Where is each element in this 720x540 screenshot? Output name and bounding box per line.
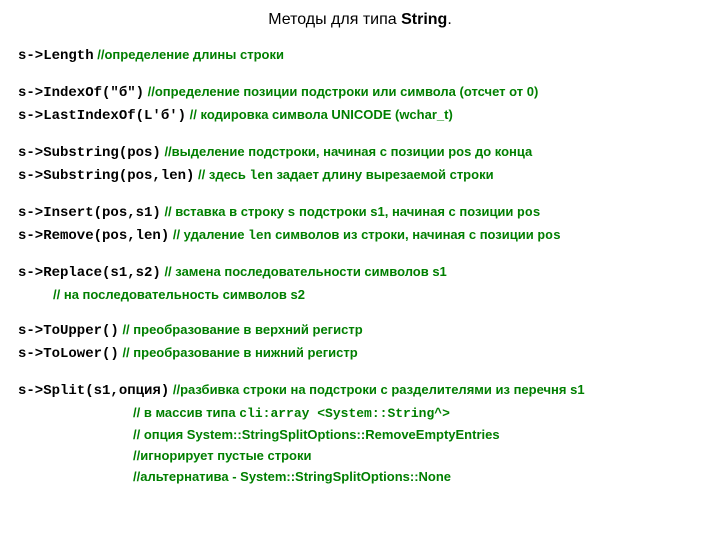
c-ins-mid: подстроки s1, начиная с позиции xyxy=(295,204,517,219)
title-bold: String xyxy=(401,11,447,28)
line-split2: // в массив типа cli:array <System::Stri… xyxy=(18,402,702,424)
comment-split4: //игнорирует пустые строки xyxy=(133,448,312,463)
comment-split5: //альтернатива - System::StringSplitOpti… xyxy=(133,469,451,484)
c-spl2-pre: // в массив типа xyxy=(133,405,239,420)
line-remove: s->Remove(pos,len) // удаление len симво… xyxy=(18,224,702,247)
code-length: s->Length xyxy=(18,48,94,64)
document-page: Методы для типа String. s->Length //опре… xyxy=(0,0,720,487)
comment-lastindexof: // кодировка символа UNICODE (wchar_t) xyxy=(186,107,453,122)
line-split4: //игнорирует пустые строки xyxy=(18,445,702,466)
group-substring: s->Substring(pos) //выделение подстроки,… xyxy=(18,141,702,187)
c-spl2-mono: cli:array <System::String^> xyxy=(239,406,450,421)
code-replace: s->Replace(s1,s2) xyxy=(18,265,161,281)
line-split: s->Split(s1,опция) //разбивка строки на … xyxy=(18,379,702,402)
comment-replace2: // на последовательность символов s2 xyxy=(53,287,305,302)
c-rem-mid: символов из строки, начиная с позиции xyxy=(271,227,537,242)
comment-tolower: // преобразование в нижний регистр xyxy=(119,345,358,360)
comment-insert: // вставка в строку s подстроки s1, начи… xyxy=(161,204,541,219)
line-substring2: s->Substring(pos,len) // здесь len задае… xyxy=(18,164,702,187)
line-lastindexof: s->LastIndexOf(L'б') // кодировка символ… xyxy=(18,104,702,127)
c-ins-pre: // вставка в строку xyxy=(161,204,288,219)
comment-split1: //разбивка строки на подстроки с раздели… xyxy=(169,382,584,397)
group-replace: s->Replace(s1,s2) // замена последовател… xyxy=(18,261,702,305)
comment-split2: // в массив типа cli:array <System::Stri… xyxy=(133,405,450,420)
group-split: s->Split(s1,опция) //разбивка строки на … xyxy=(18,379,702,487)
code-tolower: s->ToLower() xyxy=(18,346,119,362)
line-split3: // опция System::StringSplitOptions::Rem… xyxy=(18,424,702,445)
line-tolower: s->ToLower() // преобразование в нижний … xyxy=(18,342,702,365)
c-rem-m2: pos xyxy=(537,228,560,243)
line-replace2: // на последовательность символов s2 xyxy=(18,284,702,305)
group-insert-remove: s->Insert(pos,s1) // вставка в строку s … xyxy=(18,201,702,247)
comment-length: //определение длины строки xyxy=(94,47,284,62)
c-ins-m2: pos xyxy=(517,205,540,220)
comment-substring1: //выделение подстроки, начиная с позиции… xyxy=(161,144,532,159)
page-title: Методы для типа String. xyxy=(18,8,702,32)
comment-replace1: // замена последовательности символов s1 xyxy=(161,264,447,279)
title-prefix: Методы для типа xyxy=(268,11,401,28)
line-indexof: s->IndexOf("б") //определение позиции по… xyxy=(18,81,702,104)
c-rem-pre: // удаление xyxy=(169,227,248,242)
group-indexof: s->IndexOf("б") //определение позиции по… xyxy=(18,81,702,127)
group-length: s->Length //определение длины строки xyxy=(18,44,702,67)
line-replace: s->Replace(s1,s2) // замена последовател… xyxy=(18,261,702,284)
line-split5: //альтернатива - System::StringSplitOpti… xyxy=(18,466,702,487)
line-substring1: s->Substring(pos) //выделение подстроки,… xyxy=(18,141,702,164)
code-substring1: s->Substring(pos) xyxy=(18,145,161,161)
c-sub2-mono: len xyxy=(250,168,273,183)
comment-indexof: //определение позиции подстроки или симв… xyxy=(144,84,538,99)
comment-substring2: // здесь len задает длину вырезаемой стр… xyxy=(194,167,493,182)
code-indexof: s->IndexOf("б") xyxy=(18,85,144,101)
c-sub2-post: задает длину вырезаемой строки xyxy=(273,167,494,182)
code-toupper: s->ToUpper() xyxy=(18,323,119,339)
code-split: s->Split(s1,опция) xyxy=(18,383,169,399)
line-length: s->Length //определение длины строки xyxy=(18,44,702,67)
code-insert: s->Insert(pos,s1) xyxy=(18,205,161,221)
title-suffix: . xyxy=(447,11,451,28)
code-substring2: s->Substring(pos,len) xyxy=(18,168,194,184)
comment-split3: // опция System::StringSplitOptions::Rem… xyxy=(133,427,500,442)
c-sub2-pre: // здесь xyxy=(194,167,249,182)
group-case: s->ToUpper() // преобразование в верхний… xyxy=(18,319,702,365)
c-rem-m1: len xyxy=(248,228,271,243)
line-toupper: s->ToUpper() // преобразование в верхний… xyxy=(18,319,702,342)
line-insert: s->Insert(pos,s1) // вставка в строку s … xyxy=(18,201,702,224)
code-remove: s->Remove(pos,len) xyxy=(18,228,169,244)
code-lastindexof: s->LastIndexOf(L'б') xyxy=(18,108,186,124)
comment-remove: // удаление len символов из строки, начи… xyxy=(169,227,561,242)
comment-toupper: // преобразование в верхний регистр xyxy=(119,322,363,337)
